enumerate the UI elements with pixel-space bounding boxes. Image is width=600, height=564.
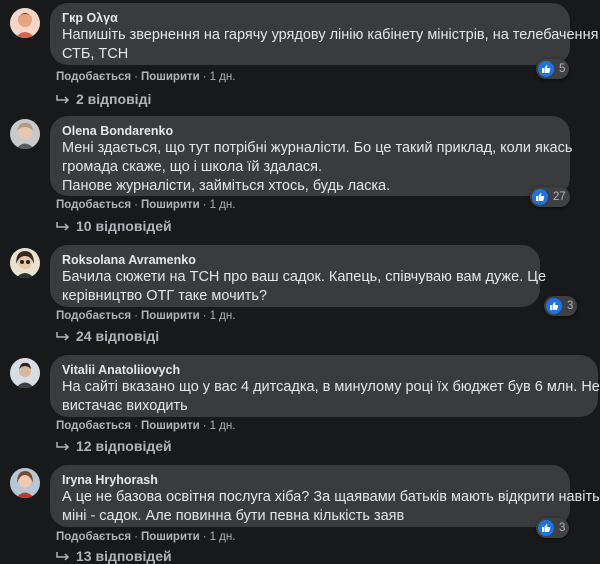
reaction-count-label: 3	[559, 522, 566, 534]
comment-bubble: Olena Bondarenko Мені здається, що тут п…	[50, 116, 573, 196]
avatar[interactable]	[10, 248, 40, 278]
comment-text: Напишіть звернення на гарячу урядову лін…	[62, 26, 599, 64]
comment-text-line: Панове журналісти, займіться хтось, будь…	[62, 178, 391, 194]
comment-bubble: Roksolana Avramenko Бачила сюжети на ТСН…	[50, 245, 547, 307]
view-replies-label: 12 відповідей	[76, 438, 172, 454]
comment-text-line: Напишіть звернення на гарячу урядову лін…	[62, 27, 599, 43]
comment-author[interactable]: Vitalii Anatoliiovych	[62, 362, 586, 378]
comment-text: Мені здається, що тут потрібні журналіст…	[62, 139, 573, 196]
comment: Roksolana Avramenko Бачила сюжети на ТСН…	[0, 242, 600, 362]
comment-text-line: міні - садок. Але повинна бути певна кіл…	[62, 508, 405, 524]
view-replies-label: 10 відповідей	[76, 218, 172, 234]
view-replies-label: 24 відповіді	[76, 328, 160, 344]
reaction-count-label: 27	[553, 191, 566, 203]
comment-text-line: Мені здається, що тут потрібні журналіст…	[62, 140, 573, 156]
avatar[interactable]	[10, 8, 40, 38]
thumbs-up-icon	[532, 189, 548, 205]
comment-time[interactable]: 1 дн.	[210, 310, 236, 322]
view-replies-label: 2 відповіді	[76, 91, 152, 107]
share-link[interactable]: Поширити	[141, 420, 200, 432]
comment-text-line: керівництво ОТГ таке мочить?	[62, 288, 268, 304]
comment-time[interactable]: 1 дн.	[210, 71, 236, 83]
reaction-count[interactable]: 5	[536, 59, 570, 79]
reply-arrow-icon	[56, 328, 70, 344]
comment-text: Бачила сюжети на ТСН про ваш садок. Капе…	[62, 268, 547, 306]
reaction-count[interactable]: 27	[530, 187, 570, 207]
like-link[interactable]: Подобається	[56, 531, 131, 543]
comment-actions: Подобається · Поширити · 1 дн.	[56, 71, 236, 83]
comment-text-line: вистачає виходить	[62, 398, 188, 414]
comment-author[interactable]: Roksolana Avramenko	[62, 252, 528, 268]
comment: Vitalii Anatoliiovych На сайті вказано щ…	[0, 352, 600, 472]
comment-text: На сайті вказано що у вас 4 дитсадка, в …	[62, 378, 600, 416]
reaction-count[interactable]: 3	[544, 296, 578, 316]
avatar[interactable]	[10, 119, 40, 149]
view-replies-link[interactable]: 13 відповідей	[56, 548, 172, 564]
view-replies-label: 13 відповідей	[76, 548, 172, 564]
comment-text-line: А це не базова освітня послуга хіба? За …	[62, 489, 600, 505]
like-link[interactable]: Подобається	[56, 199, 131, 211]
comment-bubble: Iryna Hryhorash А це не базова освітня п…	[50, 465, 600, 527]
comment-text-line: Бачила сюжети на ТСН про ваш садок. Капе…	[62, 269, 547, 285]
comment-text: А це не базова освітня послуга хіба? За …	[62, 488, 600, 526]
comment-actions: Подобається · Поширити · 1 дн.	[56, 199, 236, 211]
share-link[interactable]: Поширити	[141, 71, 200, 83]
comment-time[interactable]: 1 дн.	[210, 531, 236, 543]
thumbs-up-icon	[546, 298, 562, 314]
reply-arrow-icon	[56, 218, 70, 234]
comment-author[interactable]: Гкр Ολγα	[62, 10, 558, 26]
view-replies-link[interactable]: 10 відповідей	[56, 218, 172, 234]
comment: Iryna Hryhorash А це не базова освітня п…	[0, 462, 600, 564]
comment-text-line: громада скаже, що і школа їй здалася.	[62, 159, 323, 175]
avatar[interactable]	[10, 468, 40, 498]
reaction-count[interactable]: 3	[536, 518, 570, 538]
view-replies-link[interactable]: 12 відповідей	[56, 438, 172, 454]
thumbs-up-icon	[538, 520, 554, 536]
comment-text-line: СТБ, ТСН	[62, 46, 129, 62]
like-link[interactable]: Подобається	[56, 71, 131, 83]
comment-text-line: На сайті вказано що у вас 4 дитсадка, в …	[62, 379, 600, 395]
share-link[interactable]: Поширити	[141, 310, 200, 322]
comment-actions: Подобається · Поширити · 1 дн.	[56, 310, 236, 322]
reply-arrow-icon	[56, 548, 70, 564]
comment-bubble: Vitalii Anatoliiovych На сайті вказано щ…	[50, 355, 600, 417]
avatar[interactable]	[10, 358, 40, 388]
like-link[interactable]: Подобається	[56, 310, 131, 322]
reply-arrow-icon	[56, 438, 70, 454]
thumbs-up-icon	[538, 61, 554, 77]
comment-actions: Подобається · Поширити · 1 дн.	[56, 531, 236, 543]
reaction-count-label: 5	[559, 63, 566, 75]
reply-arrow-icon	[56, 91, 70, 107]
share-link[interactable]: Поширити	[141, 531, 200, 543]
reaction-count-label: 3	[567, 300, 574, 312]
comment-author[interactable]: Olena Bondarenko	[62, 123, 558, 139]
share-link[interactable]: Поширити	[141, 199, 200, 211]
comment-author[interactable]: Iryna Hryhorash	[62, 472, 558, 488]
view-replies-link[interactable]: 24 відповіді	[56, 328, 159, 344]
comment-time[interactable]: 1 дн.	[210, 199, 236, 211]
comment-bubble: Гкр Ολγα Напишіть звернення на гарячу ур…	[50, 3, 599, 65]
comment-actions: Подобається · Поширити · 1 дн.	[56, 420, 236, 432]
comment-time[interactable]: 1 дн.	[210, 420, 236, 432]
view-replies-link[interactable]: 2 відповіді	[56, 91, 151, 107]
comment: Гкр Ολγα Напишіть звернення на гарячу ур…	[0, 0, 600, 120]
like-link[interactable]: Подобається	[56, 420, 131, 432]
comment: Olena Bondarenko Мені здається, що тут п…	[0, 113, 600, 234]
